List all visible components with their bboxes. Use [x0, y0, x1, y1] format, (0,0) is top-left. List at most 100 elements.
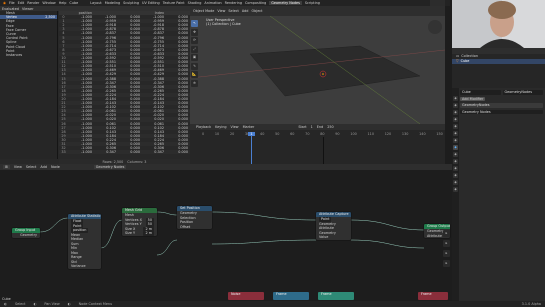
node-frame[interactable]: Noise — [228, 292, 264, 300]
start-frame-value[interactable]: 1 — [311, 125, 313, 129]
node-canvas[interactable]: Group Input Geometry Attribute Statistic Fl… — [0, 170, 452, 301]
node-group-field[interactable]: Geometry Nodes — [460, 109, 543, 115]
node-group-selector[interactable]: Geometry Nodes — [93, 165, 127, 169]
annotate-tool-icon[interactable]: ✎ — [191, 62, 198, 70]
node-menu-item[interactable]: Select — [26, 165, 36, 169]
add-modifier-button[interactable]: Add Modifier — [460, 96, 486, 102]
socket-label: Attribute — [427, 233, 442, 238]
viewport-menu-item[interactable]: Object — [251, 9, 262, 13]
workspace-tab-sculpting[interactable]: Sculpting — [123, 1, 139, 5]
tool-sidebar-tab[interactable]: ▸ — [443, 240, 450, 247]
modifier-tab-field[interactable]: GeometryNodes — [502, 90, 543, 95]
current-frame[interactable]: 1 — [248, 132, 255, 136]
node-mesh-grid[interactable]: Mesh Grid Mesh Vertices X 50 Vertices Y 50 Siz… — [122, 208, 157, 236]
view-layer-tab-icon[interactable]: ◆ — [453, 117, 458, 122]
timeline-menu-item[interactable]: Marker — [243, 125, 255, 129]
workspace-tab-shading[interactable]: Shading — [188, 1, 202, 5]
options-sidebar-tab[interactable]: ▸ — [443, 260, 450, 267]
workspace-tab-rendering[interactable]: Rendering — [225, 1, 242, 5]
node-set-pos[interactable]: Set Position Geometry Selection Position Off… — [177, 206, 212, 229]
playhead[interactable] — [251, 132, 252, 164]
scene-tab-icon[interactable]: ◆ — [453, 124, 458, 129]
node-sidebar-tab[interactable]: ▸ — [443, 230, 450, 237]
data-tab-icon[interactable]: ◆ — [453, 173, 458, 178]
timeline-menu-item[interactable]: Playback — [196, 125, 211, 129]
columns-count: Columns: 3 — [127, 159, 147, 164]
constraints-tab-icon[interactable]: ◆ — [453, 166, 458, 171]
measure-tool-icon[interactable]: 📐 — [191, 71, 198, 78]
menu-edit[interactable]: Edit — [18, 1, 25, 5]
viewport-menu-item[interactable]: Object Mode — [193, 9, 214, 13]
view-sidebar-tab[interactable]: ▸ — [443, 250, 450, 257]
node-attr-capture[interactable]: Attribute Capture Point Geometry Attribute G… — [316, 212, 351, 240]
tool-tab-icon[interactable]: ◆ — [453, 96, 458, 101]
rotate-tool-icon[interactable]: ⟳ — [191, 37, 198, 44]
menu-window[interactable]: Window — [42, 1, 55, 5]
node-group-input[interactable]: Group Input Geometry — [12, 228, 40, 238]
transform-tool-icon[interactable]: ▣ — [191, 54, 198, 61]
modifier-name-field[interactable]: GeometryNodes — [460, 103, 543, 108]
render-tab-icon[interactable]: ◆ — [453, 103, 458, 108]
workspace-tab-animation[interactable]: Animation — [204, 1, 221, 5]
viewport-menu-item[interactable]: Select — [228, 9, 238, 13]
blender-logo-icon[interactable]: ◉ — [3, 1, 6, 5]
webcam-overlay — [452, 0, 545, 48]
modifier-tab-icon[interactable]: ◆ — [453, 145, 458, 150]
workspace-tab-scripting[interactable]: Scripting — [305, 1, 320, 5]
spreadsheet-header-item[interactable]: Viewer — [22, 7, 34, 11]
node-value-field[interactable]: 2 m — [143, 231, 154, 236]
particles-tab-icon[interactable]: ◆ — [453, 152, 458, 157]
domain-item-instances[interactable]: Instances — [0, 53, 57, 57]
cursor-tool-icon[interactable]: ↖ — [191, 20, 198, 27]
physics-tab-icon[interactable]: ◆ — [453, 159, 458, 164]
node-frame[interactable]: Frame — [273, 292, 309, 300]
viewport-menu-item[interactable]: View — [217, 9, 225, 13]
link — [39, 217, 69, 233]
menu-help[interactable]: Help — [59, 1, 67, 5]
output-tab-icon[interactable]: ◆ — [453, 110, 458, 115]
timeline-menu-item[interactable]: Keying — [215, 125, 226, 129]
object-name-field[interactable]: Cube — [460, 90, 501, 95]
node-value-field[interactable]: 50 — [145, 222, 154, 227]
node-frame[interactable]: Frame — [418, 292, 448, 300]
object-tab-icon[interactable]: ◆ — [453, 138, 458, 143]
menu-file[interactable]: File — [9, 1, 15, 5]
outliner-row[interactable]: ▽ Cube — [452, 59, 545, 64]
material-tab-icon[interactable]: ◆ — [453, 180, 458, 185]
node-socket-row: Variance — [68, 264, 101, 269]
ruler-tick: 40 — [260, 132, 265, 136]
node-frame[interactable]: Frame — [318, 292, 354, 300]
ruler-tick: 120 — [384, 132, 392, 136]
move-tool-icon[interactable]: ✥ — [191, 28, 198, 36]
navigation-gizmo[interactable] — [428, 20, 442, 34]
workspace-tab-geometry-nodes[interactable]: Geometry Nodes — [269, 1, 302, 5]
node-socket-row: Geometry — [12, 233, 40, 238]
viewport-menu-item[interactable]: Add — [242, 9, 249, 13]
world-tab-icon[interactable]: ◆ — [453, 131, 458, 136]
scale-tool-icon[interactable]: ⤢ — [191, 45, 198, 53]
status-item: Node Context Menu — [78, 302, 113, 306]
workspace-tab-texture-paint[interactable]: Texture Paint — [163, 1, 185, 5]
menu-render[interactable]: Render — [27, 1, 39, 5]
node-menu-item[interactable]: View — [14, 165, 22, 169]
texture-tab-icon[interactable]: ◆ — [453, 187, 458, 192]
3d-viewport[interactable]: Object Mode View Select Add Object User Pers… — [190, 6, 445, 124]
workspace-tab-layout[interactable]: Layout — [90, 1, 102, 5]
node-menu-item[interactable]: Node — [51, 165, 60, 169]
status-item: Select — [14, 302, 26, 306]
node-menu-item[interactable]: Add — [40, 165, 47, 169]
workspace-tab-compositing[interactable]: Compositing — [245, 1, 266, 5]
editor-type-icon[interactable]: ⊞ — [3, 165, 10, 169]
outliner: ▭ Collection ▽ Cube — [452, 48, 545, 88]
ruler-tick: 150 — [436, 132, 443, 136]
node-attr-stat[interactable]: Attribute Statistic Float Point position Mea… — [68, 214, 101, 269]
workspace-tab-uv-editing[interactable]: UV Editing — [142, 1, 160, 5]
add-tool-icon[interactable]: ⊕ — [191, 79, 198, 87]
node-field[interactable]: Float — [71, 219, 84, 224]
node-sidebar-toggles: ▸ ▸ ▸ ▸ — [443, 230, 452, 267]
timeline-menu-item[interactable]: View — [231, 125, 239, 129]
spreadsheet-header-item[interactable]: Evaluated — [2, 7, 19, 11]
ruler-tick: 100 — [350, 132, 357, 136]
workspace-tab-modeling[interactable]: Modeling — [105, 1, 120, 5]
end-frame-value[interactable]: 250 — [327, 125, 333, 129]
